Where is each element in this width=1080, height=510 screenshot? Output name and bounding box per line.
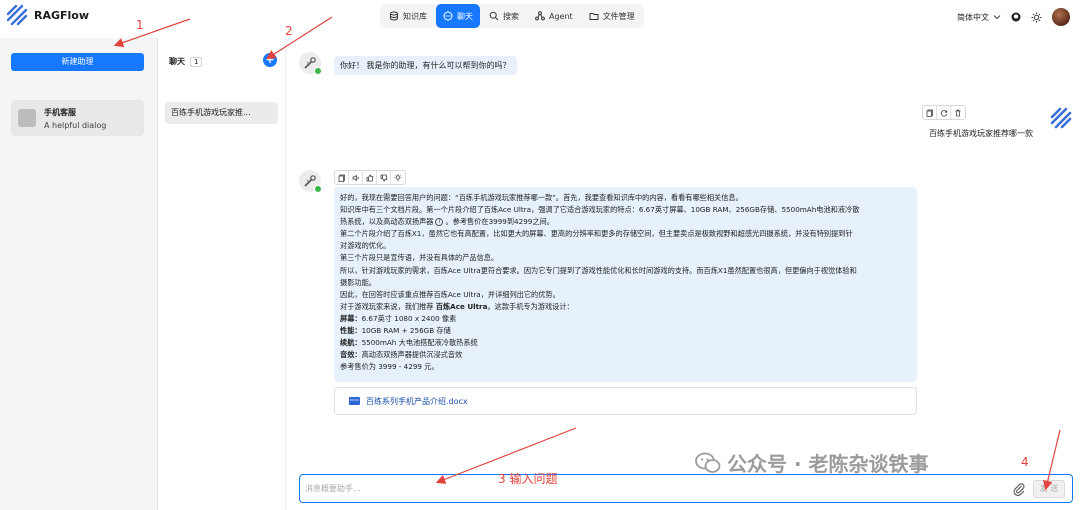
conversation-count: 1	[190, 56, 203, 67]
message-input-box: 发 送	[299, 474, 1073, 503]
answer-line: 对于游戏玩家来说，我们推荐 百炼Ace Ultra。这款手机专为游戏设计：	[340, 301, 574, 311]
add-conversation-button[interactable]: +	[263, 53, 277, 67]
attachment-icon[interactable]	[1012, 482, 1026, 496]
insight-button[interactable]	[391, 171, 405, 184]
reference-document[interactable]: 百练系列手机产品介绍.docx	[334, 387, 917, 415]
app-logo[interactable]: RAGFlow	[6, 4, 89, 26]
nav-label: 聊天	[457, 11, 473, 21]
annotation-2: 2	[285, 24, 293, 38]
copy-button[interactable]	[923, 106, 937, 119]
app-root: RAGFlow 知识库 聊天 搜索 Agent 文件管理 简体中文 新建助理 手…	[0, 0, 1080, 510]
message-input[interactable]	[301, 476, 1001, 501]
language-selector[interactable]: 简体中文	[957, 12, 1001, 23]
annotation-4: 4	[1021, 455, 1029, 469]
assistant-description: A helpful dialog	[44, 120, 107, 130]
delete-button[interactable]	[951, 106, 965, 119]
nav-agent[interactable]: Agent	[528, 4, 580, 28]
document-name[interactable]: 百练系列手机产品介绍.docx	[366, 396, 468, 407]
header-actions: 简体中文	[957, 8, 1070, 26]
nav-label: 搜索	[503, 11, 519, 21]
answer-line: 所以，针对游戏玩家的需求，百炼Ace Ultra更符合要求。因为它专门提到了游戏…	[340, 265, 857, 275]
copy-answer-button[interactable]	[335, 171, 349, 184]
user-logo-icon	[1050, 107, 1072, 129]
annotation-1: 1	[136, 18, 144, 32]
chat-area: 你好！ 我是你的助理，有什么可以帮到你的吗？ 百练手机游戏玩家推荐哪一款 好的，…	[287, 38, 1080, 510]
lightbulb-icon	[394, 173, 402, 181]
folder-icon	[589, 13, 599, 20]
nav-search[interactable]: 搜索	[482, 4, 526, 28]
send-button[interactable]: 发 送	[1033, 480, 1065, 498]
assistant-name: 手机客服	[44, 107, 76, 117]
conversation-title: 聊天	[169, 57, 185, 66]
main-nav: 知识库 聊天 搜索 Agent 文件管理	[380, 4, 644, 28]
watermark: 公众号 · 老陈杂谈铁事	[695, 448, 929, 477]
nav-label: 文件管理	[602, 11, 635, 21]
github-icon[interactable]	[1011, 12, 1021, 22]
answer-line: 第二个片段介绍了百炼X1，虽然它也有高配置，比如更大的屏幕、更高的分辨率和更多的…	[340, 229, 853, 239]
spec-line: 续航：5500mAh 大电池搭配液冷散热系统	[340, 338, 478, 348]
theme-toggle-icon[interactable]	[1031, 12, 1042, 23]
answer-line: 热系统，以及高动态双扬声器 i 。参考售价在3999到4299之间。	[340, 217, 554, 227]
app-name: RAGFlow	[34, 8, 90, 22]
assistant-panel: 新建助理 手机客服 A helpful dialog	[0, 38, 158, 510]
watermark-text: 公众号 · 老陈杂谈铁事	[727, 452, 929, 476]
user-message-actions	[922, 105, 966, 120]
copy-icon	[338, 174, 345, 182]
database-icon	[390, 11, 398, 21]
trash-icon	[955, 109, 961, 116]
answer-line: 知识库中有三个文档片段。第一个片段介绍了百炼Ace Ultra，强调了它适合游戏…	[340, 205, 860, 215]
user-question: 百练手机游戏玩家推荐哪一款	[929, 129, 1033, 138]
assistant-item[interactable]: 手机客服 A helpful dialog	[11, 100, 144, 136]
robot-icon	[304, 57, 316, 69]
dislike-button[interactable]	[377, 171, 391, 184]
spec-line: 音效：高动态双扬声器提供沉浸式音效	[340, 350, 463, 360]
nav-chat[interactable]: 聊天	[436, 4, 480, 28]
conversation-panel: 聊天 1 + 百练手机游戏玩家推...	[159, 38, 286, 510]
nav-knowledge-base[interactable]: 知识库	[382, 4, 434, 28]
regenerate-button[interactable]	[937, 106, 951, 119]
language-label: 简体中文	[957, 12, 989, 22]
like-button[interactable]	[363, 171, 377, 184]
robot-icon	[304, 175, 316, 187]
chevron-down-icon	[993, 15, 1001, 20]
annotation-3: 3 输入问题	[498, 472, 558, 486]
speaker-icon	[352, 174, 359, 181]
nav-label: 知识库	[403, 11, 427, 21]
agent-icon	[535, 11, 545, 21]
new-assistant-button[interactable]: 新建助理	[11, 53, 144, 71]
wechat-icon	[695, 452, 721, 473]
assistant-avatar	[18, 109, 36, 127]
assistant-avatar	[299, 52, 322, 75]
top-header: RAGFlow 知识库 聊天 搜索 Agent 文件管理 简体中文	[0, 0, 1080, 32]
answer-line: 好的，我现在需要回答用户的问题：“百练手机游戏玩家推荐哪一款”。首先，我要查看知…	[340, 193, 743, 202]
copy-icon	[926, 109, 933, 117]
answer-line: 摄影功能。	[340, 277, 376, 287]
conversation-item[interactable]: 百练手机游戏玩家推...	[165, 102, 278, 124]
search-icon	[489, 11, 499, 21]
nav-label: Agent	[549, 11, 573, 21]
spec-line: 性能：10GB RAM + 256GB 存储	[340, 326, 451, 336]
answer-line: 因此，在回答时应该重点推荐百炼Ace Ultra，并详细列出它的优势。	[340, 289, 560, 299]
user-avatar[interactable]	[1052, 8, 1070, 26]
answer-line: 对游戏的优化。	[340, 241, 391, 251]
read-aloud-button[interactable]	[349, 171, 363, 184]
price-line: 参考售价为 3999 - 4299 元。	[340, 362, 439, 372]
ragflow-logo-icon	[6, 4, 28, 26]
spec-line: 屏幕：6.67英寸 1080 x 2400 像素	[340, 313, 457, 323]
answer-line: 第三个片段只是宣传语，并没有具体的产品信息。	[340, 253, 499, 263]
nav-file-management[interactable]: 文件管理	[582, 4, 642, 28]
chat-icon	[443, 11, 453, 21]
citation-icon[interactable]: i	[435, 218, 444, 227]
thumbs-down-icon	[380, 174, 387, 181]
greeting-message: 你好！ 我是你的助理，有什么可以帮到你的吗？	[334, 56, 517, 75]
assistant-avatar	[299, 170, 322, 193]
assistant-answer: 好的，我现在需要回答用户的问题：“百练手机游戏玩家推荐哪一款”。首先，我要查看知…	[334, 187, 917, 382]
refresh-icon	[940, 109, 947, 117]
conversation-header: 聊天 1	[169, 56, 203, 67]
thumbs-up-icon	[366, 174, 373, 181]
answer-actions	[334, 170, 406, 185]
docx-icon	[349, 397, 360, 405]
